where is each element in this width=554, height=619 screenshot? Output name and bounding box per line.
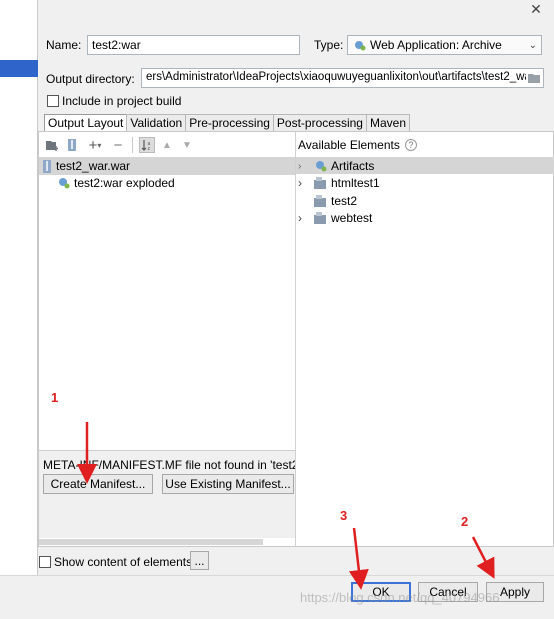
annotation-arrows (77, 422, 495, 590)
arrow-3 (348, 527, 369, 590)
arrow-2 (471, 536, 495, 579)
